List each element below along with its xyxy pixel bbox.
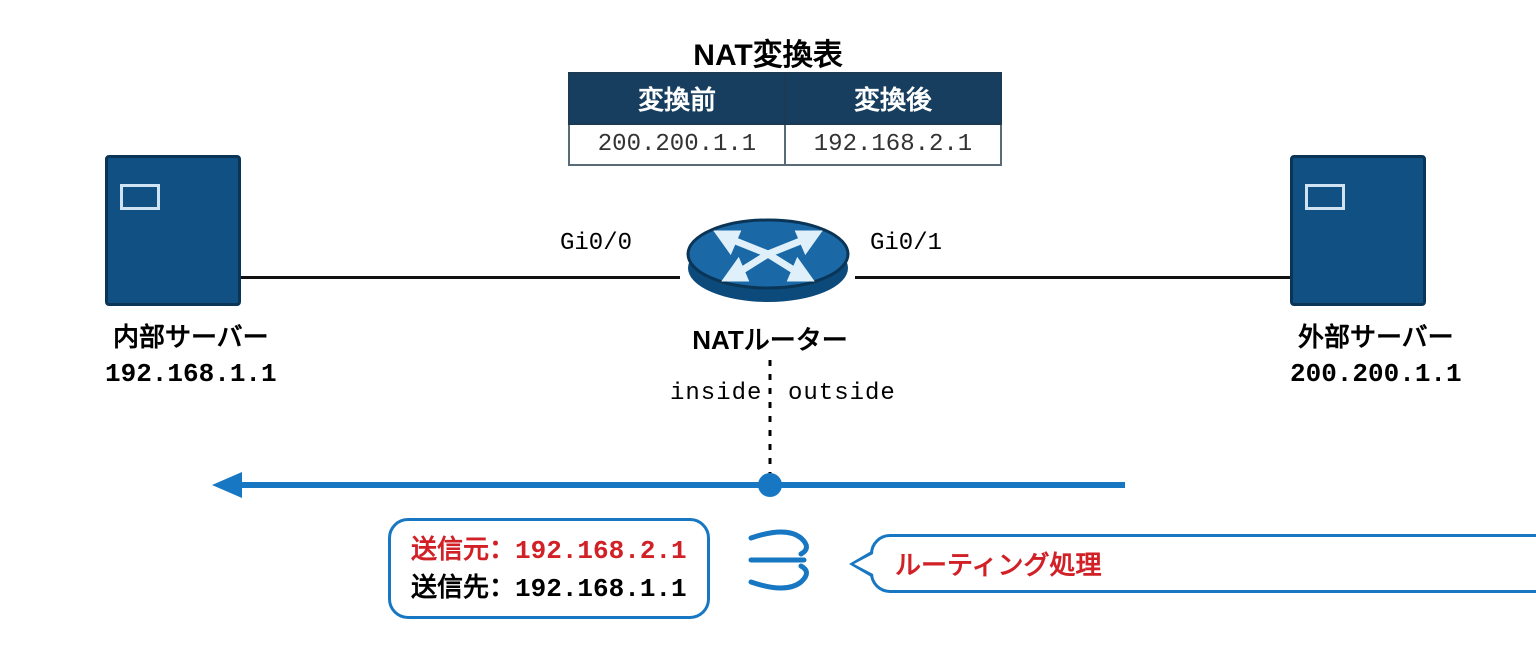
external-server: 外部サーバー 200.200.1.1 [1290,155,1462,392]
packet-header-box: 送信元：192.168.2.1 送信先：192.168.1.1 [388,518,710,619]
nat-table-header-before: 変換前 [569,73,785,124]
motion-lines-icon [746,520,826,600]
router-icon [678,200,858,325]
router-label: NATルーター [640,320,900,357]
packet-dst-ip: 192.168.1.1 [515,574,687,604]
packet-src-label: 送信元： [411,534,515,564]
external-server-label: 外部サーバー [1298,322,1454,352]
zone-inside-label: inside [670,380,755,407]
link-right [855,276,1300,279]
nat-table-row-before: 200.200.1.1 [569,124,785,165]
internal-server-label: 内部サーバー [113,322,269,352]
routing-callout-text: ルーティング処理 [895,550,1101,580]
packet-src-ip: 192.168.2.1 [515,536,687,566]
nat-table-title: NAT変換表 [0,30,1536,74]
interface-left-label: Gi0/0 [560,230,632,257]
nat-table-header-after: 変換後 [785,73,1001,124]
link-left [225,276,680,279]
packet-flow-arrow [210,460,1130,510]
internal-server-ip: 192.168.1.1 [105,359,277,389]
internal-server: 内部サーバー 192.168.1.1 [105,155,277,392]
external-server-ip: 200.200.1.1 [1290,359,1462,389]
zone-outside-label: outside [788,380,896,407]
nat-table-row-after: 192.168.2.1 [785,124,1001,165]
interface-right-label: Gi0/1 [870,230,942,257]
packet-dst-label: 送信先： [411,572,515,602]
routing-callout: ルーティング処理 [870,534,1536,593]
server-icon [105,155,241,306]
nat-translation-table: 変換前 変換後 200.200.1.1 192.168.2.1 [568,72,1002,166]
callout-tail-icon [849,550,873,578]
server-icon [1290,155,1426,306]
diagram-stage: NAT変換表 変換前 変換後 200.200.1.1 192.168.2.1 [0,0,1536,654]
